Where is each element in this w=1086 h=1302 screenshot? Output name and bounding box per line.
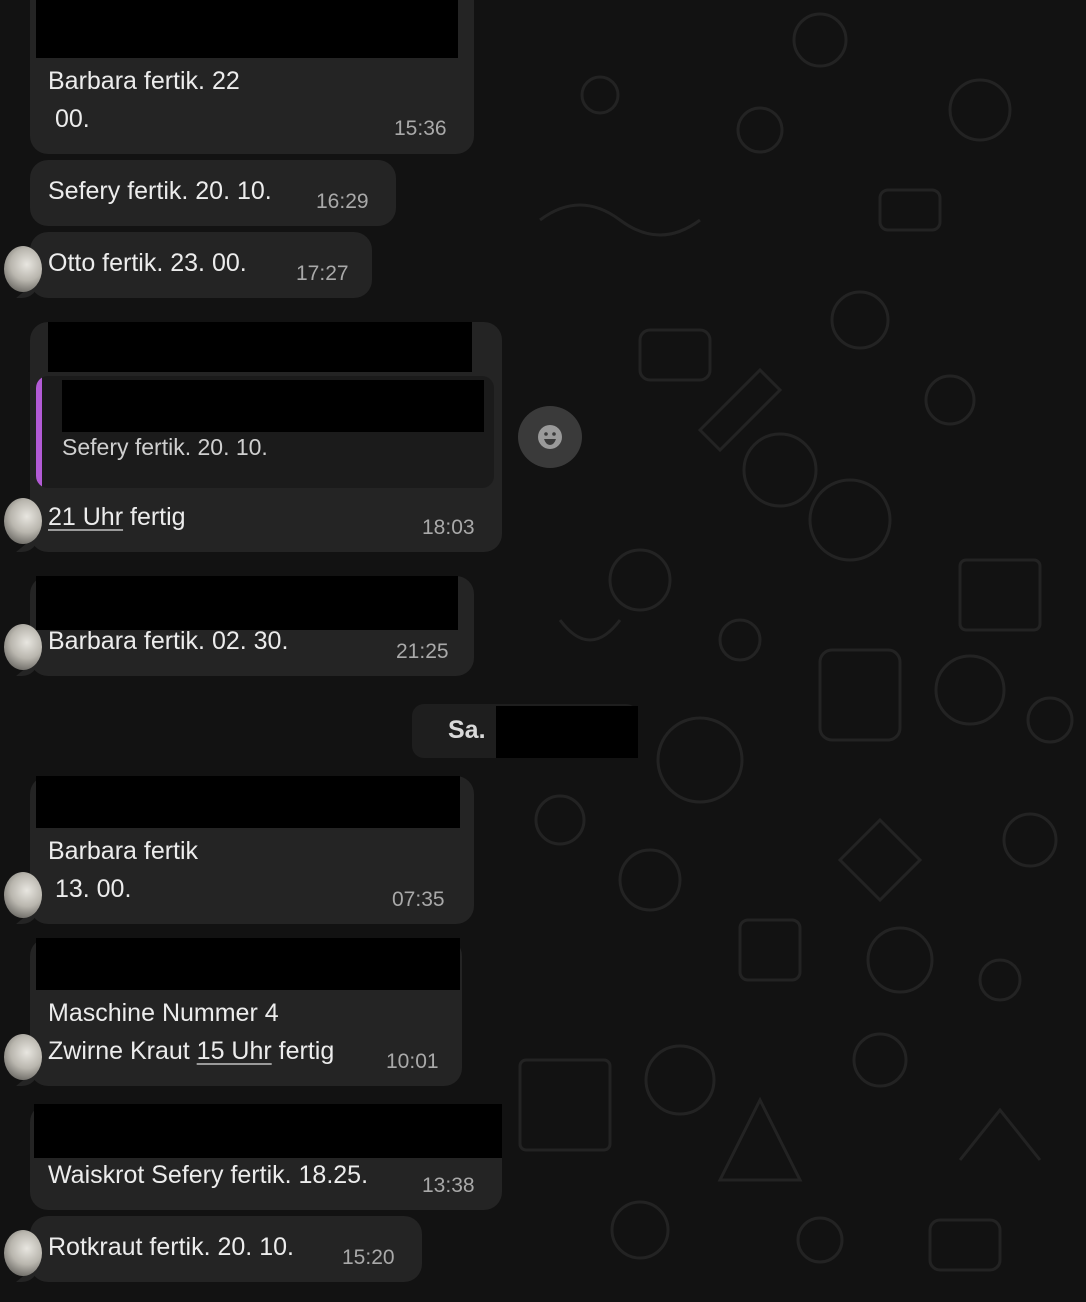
message-bubble[interactable]: Barbara fertik. 22 00. 15:36 — [30, 0, 474, 154]
message-time: 17:27 — [296, 262, 349, 285]
message-time: 15:36 — [394, 117, 447, 140]
date-label: Sa. — [448, 716, 486, 744]
contact-avatar[interactable] — [4, 498, 42, 544]
message-bubble[interactable]: Rotkraut fertik. 20. 10. 15:20 — [4, 1216, 422, 1282]
message-bubble[interactable]: Barbara fertik 13. 00. 07:35 — [4, 776, 474, 924]
message-text: Otto fertik. 23. 00. — [48, 249, 247, 277]
message-bubble[interactable]: Maschine Nummer 4 Zwirne Kraut 15 Uhr fe… — [4, 938, 462, 1086]
redacted-sender — [48, 322, 472, 372]
quote-accent-bar — [36, 376, 42, 488]
message-bubble[interactable]: Waiskrot Sefery fertik. 18.25. 13:38 — [30, 1104, 502, 1210]
message-text: Barbara fertik. 22 — [48, 67, 240, 95]
time-link[interactable]: 15 Uhr — [197, 1037, 272, 1065]
message-text: 13. 00. — [48, 875, 132, 903]
contact-avatar[interactable] — [4, 246, 42, 292]
message-text: Zwirne Kraut 15 Uhr fertig — [48, 1037, 335, 1065]
message-bubble[interactable]: Barbara fertik. 02. 30. 21:25 — [4, 576, 474, 676]
message-time: 10:01 — [386, 1050, 439, 1073]
quoted-text: Sefery fertik. 20. 10. — [62, 434, 268, 460]
chat-window: Barbara fertik. 22 00. 15:36 Sefery fert… — [0, 0, 1086, 1302]
redacted-quote-sender — [62, 380, 484, 432]
contact-avatar[interactable] — [4, 872, 42, 918]
message-text: Rotkraut fertik. 20. 10. — [48, 1233, 294, 1261]
contact-avatar[interactable] — [4, 1034, 42, 1080]
emoji-smile-icon — [538, 425, 562, 449]
message-time: 21:25 — [396, 640, 449, 663]
redacted-sender — [34, 1104, 502, 1158]
message-bubble[interactable]: Otto fertik. 23. 00. 17:27 — [4, 232, 372, 298]
time-link[interactable]: 21 Uhr — [48, 503, 123, 531]
redacted-date — [496, 706, 638, 758]
message-time: 18:03 — [422, 516, 475, 539]
message-time: 16:29 — [316, 190, 369, 213]
message-bubble[interactable]: Sefery fertik. 20. 10. 21 Uhr fertig 18:… — [4, 322, 502, 552]
message-time: 13:38 — [422, 1174, 475, 1197]
message-bubble[interactable]: Sefery fertik. 20. 10. 16:29 — [30, 160, 396, 226]
message-text: Barbara fertik — [48, 837, 199, 865]
message-text: 21 Uhr fertig — [48, 503, 186, 531]
date-separator: Sa. — [412, 704, 638, 758]
message-text: Barbara fertik. 02. 30. — [48, 627, 289, 655]
message-text: Waiskrot Sefery fertik. 18.25. — [48, 1161, 369, 1189]
contact-avatar[interactable] — [4, 1230, 42, 1276]
message-time: 15:20 — [342, 1246, 395, 1269]
message-text: Maschine Nummer 4 — [48, 999, 279, 1027]
add-reaction-button[interactable] — [518, 406, 582, 468]
redacted-sender — [36, 938, 460, 990]
message-text: 00. — [48, 105, 90, 133]
message-text: Sefery fertik. 20. 10. — [48, 177, 272, 205]
message-time: 07:35 — [392, 888, 445, 911]
quoted-message[interactable]: Sefery fertik. 20. 10. — [36, 376, 494, 488]
redacted-sender — [36, 0, 458, 58]
redacted-sender — [36, 776, 460, 828]
contact-avatar[interactable] — [4, 624, 42, 670]
